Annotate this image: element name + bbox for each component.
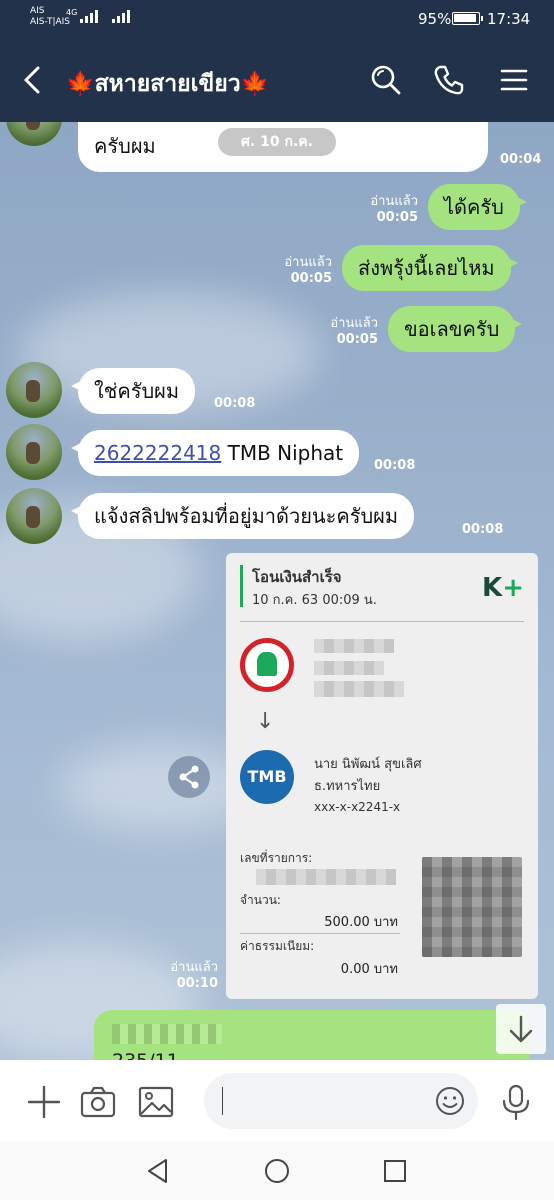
message-time: 00:08 <box>374 458 416 473</box>
chat-bubble-outgoing[interactable]: ส่งพรุ้งนี้เลยไหม <box>342 245 518 291</box>
avatar[interactable] <box>6 488 62 544</box>
read-receipt: อ่านแล้ว <box>330 316 378 331</box>
camera-icon[interactable] <box>78 1082 118 1122</box>
chat-area[interactable]: ครับผม ศ. 10 ก.ค. 00:04 อ่านแล้ว 00:05 ไ… <box>0 122 554 1060</box>
message-time: 00:05 <box>290 271 332 286</box>
system-navigation-bar <box>0 1142 554 1200</box>
network-type: 4G <box>66 8 78 17</box>
message-meta: อ่านแล้ว 00:05 <box>320 316 378 348</box>
chat-bubble-outgoing[interactable]: ขอเลขครับ <box>388 306 523 352</box>
message-text: ได้ครับ <box>444 195 504 219</box>
chat-header: 🍁สหายสายเขียว🍁 <box>0 38 554 122</box>
text-caret <box>222 1087 223 1115</box>
slip-title: โอนเงินสำเร็จ <box>252 568 342 586</box>
amount-label: จำนวน: <box>240 893 281 907</box>
back-icon[interactable] <box>18 62 48 98</box>
plus-icon[interactable] <box>24 1082 64 1122</box>
home-circle-icon[interactable] <box>262 1156 292 1186</box>
message-time: 00:05 <box>336 332 378 347</box>
message-meta: อ่านแล้ว 00:05 <box>360 194 418 226</box>
chat-bubble-incoming[interactable]: แจ้งสลิปพร้อมที่อยู่มาด้วยนะครับผม <box>70 493 415 539</box>
share-icon[interactable] <box>168 756 210 798</box>
message-input[interactable] <box>228 1083 428 1119</box>
message-text: 235/11 <box>112 1050 179 1060</box>
transfer-slip-image[interactable]: โอนเงินสำเร็จ 10 ก.ค. 63 00:09 น. K+ ↓ T… <box>226 553 538 999</box>
chat-title: 🍁สหายสายเขียว🍁 <box>66 66 269 102</box>
message-time: 00:08 <box>462 522 504 537</box>
battery-percent: 95% <box>418 10 452 28</box>
account-number-link[interactable]: 2622222418 <box>94 441 221 465</box>
redacted-qr-code <box>422 857 522 957</box>
message-time: 00:10 <box>176 976 218 991</box>
phone-icon[interactable] <box>431 62 467 98</box>
carrier-line-1: AIS <box>30 6 45 16</box>
chat-bubble-incoming[interactable]: 2622222418 TMB Niphat <box>70 430 360 476</box>
message-text: TMB Niphat <box>221 441 344 465</box>
arrow-down-icon: ↓ <box>256 709 275 734</box>
redacted-sender-bank <box>314 661 384 675</box>
receiver-name: นาย นิพัฒน์ สุขเลิศ <box>314 757 422 772</box>
chat-bubble-incoming[interactable]: ใช่ครับผม <box>70 368 196 414</box>
chat-bubble-outgoing[interactable]: 235/11 <box>94 1010 530 1060</box>
message-meta: อ่านแล้ว 00:05 <box>274 255 332 287</box>
message-text: ใช่ครับผม <box>94 379 180 403</box>
redacted-text <box>112 1024 222 1044</box>
fee-label: ค่าธรรมเนียม: <box>240 939 315 953</box>
message-input-field[interactable] <box>204 1073 478 1129</box>
fee-value: 0.00 บาท <box>340 962 398 977</box>
carrier-label: AIS AIS-T|AIS <box>30 6 70 28</box>
message-text: ส่งพรุ้งนี้เลยไหม <box>358 256 495 280</box>
clock: 17:34 <box>487 10 531 28</box>
message-time: 00:05 <box>376 210 418 225</box>
message-time: 00:04 <box>500 152 542 167</box>
tmb-logo: TMB <box>240 750 294 804</box>
signal-icon-2 <box>112 10 130 23</box>
date-chip: ศ. 10 ก.ค. <box>218 128 336 156</box>
battery-icon <box>452 12 483 25</box>
scroll-to-bottom-icon[interactable] <box>496 1004 546 1054</box>
menu-icon[interactable] <box>496 62 532 98</box>
read-receipt: อ่านแล้ว <box>284 255 332 270</box>
receiver-account: xxx-x-x2241-x <box>314 800 401 814</box>
emoji-icon[interactable] <box>434 1085 466 1117</box>
slip-accent-bar <box>240 565 243 607</box>
read-receipt: อ่านแล้ว <box>170 960 218 975</box>
recents-square-icon[interactable] <box>380 1156 410 1186</box>
slip-datetime: 10 ก.ค. 63 00:09 น. <box>252 593 377 608</box>
search-icon[interactable] <box>368 62 404 98</box>
receiver-bank: ธ.ทหารไทย <box>314 779 381 794</box>
message-input-bar <box>0 1060 554 1142</box>
message-meta: อ่านแล้ว 00:10 <box>156 960 218 992</box>
maple-leaf-icon: 🍁 <box>240 71 270 97</box>
maple-leaf-icon: 🍁 <box>66 71 95 97</box>
avatar[interactable] <box>6 424 62 480</box>
redacted-reference-number <box>256 869 396 885</box>
divider <box>240 933 400 934</box>
message-time: 00:08 <box>214 396 256 411</box>
redacted-sender-name <box>314 639 394 653</box>
back-triangle-icon[interactable] <box>144 1156 174 1186</box>
amount-value: 500.00 บาท <box>324 915 398 930</box>
avatar[interactable] <box>6 122 62 146</box>
status-bar: AIS AIS-T|AIS 4G 95% 17:34 <box>0 0 554 38</box>
message-text: ครับผม <box>94 134 156 158</box>
kplus-logo: K+ <box>482 573 524 603</box>
signal-icon <box>80 10 98 23</box>
reference-label: เลขที่รายการ: <box>240 851 313 865</box>
microphone-icon[interactable] <box>496 1082 536 1122</box>
read-receipt: อ่านแล้ว <box>370 194 418 209</box>
redacted-sender-account <box>314 681 404 697</box>
chat-bubble-outgoing[interactable]: ได้ครับ <box>428 184 527 230</box>
carrier-line-2: AIS-T|AIS <box>30 17 70 27</box>
divider <box>240 621 524 622</box>
kbank-logo <box>240 638 294 692</box>
image-icon[interactable] <box>136 1082 176 1122</box>
chat-title-text: สหายสายเขียว <box>94 71 241 97</box>
avatar[interactable] <box>6 362 62 418</box>
message-text: แจ้งสลิปพร้อมที่อยู่มาด้วยนะครับผม <box>94 504 399 528</box>
message-text: ขอเลขครับ <box>404 317 500 341</box>
